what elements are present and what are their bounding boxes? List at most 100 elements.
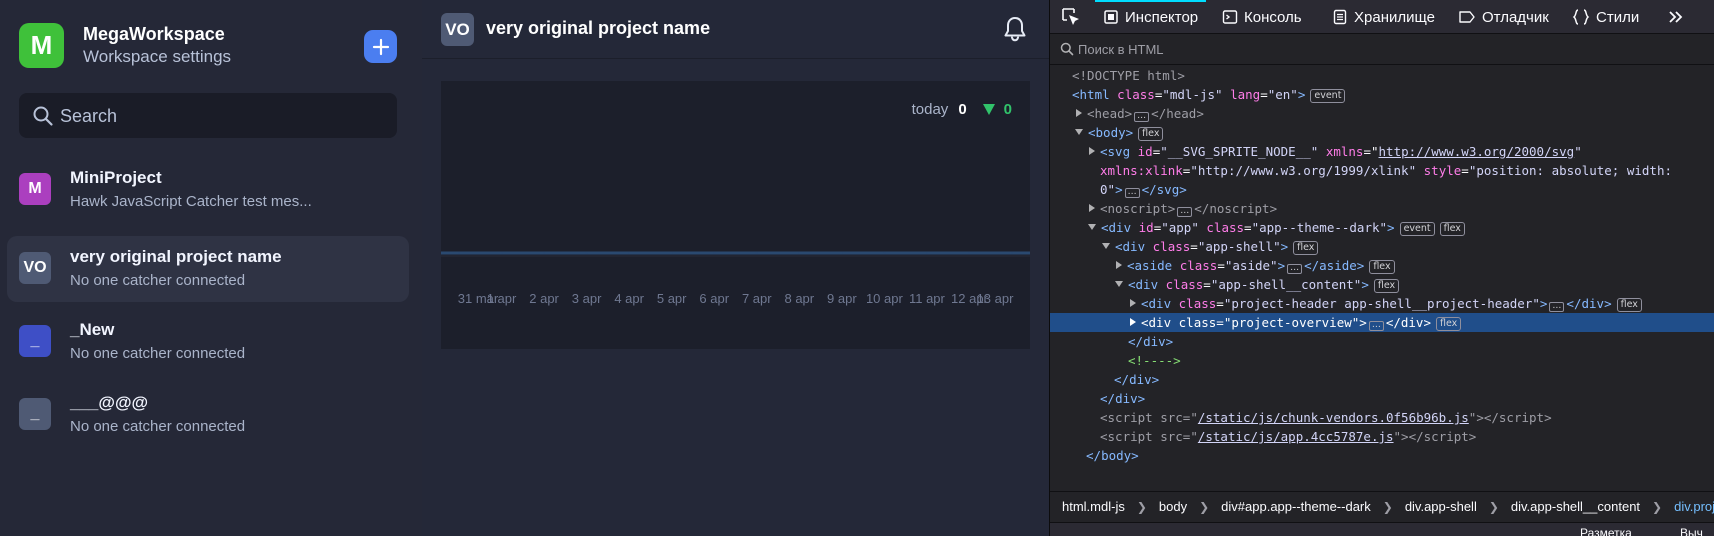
collapse-toggle[interactable]: [1102, 243, 1110, 249]
markup-close-div[interactable]: </div>: [1050, 370, 1714, 389]
flex-badge[interactable]: flex: [1138, 127, 1164, 141]
chart-x-tick-label: 11 apr: [909, 291, 946, 306]
markup-node-head[interactable]: <head>… </head>: [1050, 104, 1714, 123]
collapsed-ellipsis[interactable]: …: [1124, 188, 1140, 198]
collapse-toggle[interactable]: [1075, 129, 1083, 135]
flex-badge[interactable]: flex: [1373, 279, 1400, 293]
expand-toggle[interactable]: [1089, 147, 1095, 155]
project-item-miniproject[interactable]: M MiniProject Hawk JavaScript Catcher te…: [7, 157, 409, 223]
workspace-settings-link[interactable]: Workspace settings: [83, 47, 231, 67]
breadcrumb-item[interactable]: div.app-shell: [1393, 499, 1477, 514]
project-item-very-original-project-name[interactable]: VO very original project name No one cat…: [7, 236, 409, 302]
chart-point[interactable]: [585, 252, 588, 254]
collapsed-ellipsis[interactable]: …: [1287, 264, 1303, 274]
tab-inspector[interactable]: Инспектор: [1095, 0, 1207, 34]
chart-point[interactable]: [543, 252, 546, 254]
attr-name: class: [1165, 277, 1204, 292]
markup-node-html[interactable]: <html class="mdl-js" lang="en"> event: [1050, 85, 1714, 104]
markup-close-div[interactable]: </div>: [1050, 389, 1714, 408]
workspace-name[interactable]: MegaWorkspace: [83, 24, 225, 45]
tab-console[interactable]: Консоль: [1222, 0, 1302, 34]
chart-point[interactable]: [968, 252, 971, 254]
flex-badge[interactable]: flex: [1293, 241, 1319, 255]
event-badge[interactable]: event: [1399, 222, 1435, 236]
markup-node-aside[interactable]: <aside class="aside">… </aside> flex: [1050, 256, 1714, 275]
flex-badge[interactable]: flex: [1435, 317, 1462, 331]
markup-view: <!DOCTYPE html> <html class="mdl-js" lan…: [1050, 66, 1714, 488]
collapsed-ellipsis[interactable]: …: [1368, 321, 1384, 331]
chart-point[interactable]: [628, 252, 631, 254]
expand-toggle[interactable]: [1076, 109, 1082, 117]
markup-node-app[interactable]: <div id="app" class="app--theme--dark"> e…: [1050, 218, 1714, 237]
markup-node-svg[interactable]: <svg id="__SVG_SPRITE_NODE__" xmlns="htt…: [1050, 142, 1714, 161]
tab-layout[interactable]: Разметка: [1580, 523, 1632, 536]
breadcrumb-item-current[interactable]: div.project-o: [1662, 499, 1714, 514]
markup-node-script-vendors[interactable]: <script src="/static/js/chunk-vendors.0f…: [1050, 408, 1714, 427]
attr-link[interactable]: http://www.w3.org/2000/svg: [1379, 144, 1575, 159]
chart-point[interactable]: [883, 252, 886, 254]
html-search-input[interactable]: Поиск в HTML: [1050, 35, 1714, 65]
chart-point[interactable]: [840, 252, 843, 254]
markup-node-app-shell[interactable]: <div class="app-shell"> flex: [1050, 237, 1714, 256]
project-item-new[interactable]: _ _New No one catcher connected: [7, 309, 409, 375]
flex-badge[interactable]: flex: [1439, 222, 1465, 236]
tab-debugger[interactable]: Отладчик: [1458, 0, 1549, 34]
collapse-toggle[interactable]: [1088, 224, 1096, 230]
breadcrumb-item[interactable]: div#app.app--theme--dark: [1209, 499, 1371, 514]
markup-node-body[interactable]: <body> flex: [1050, 123, 1714, 142]
markup-node-doctype[interactable]: <!DOCTYPE html>: [1050, 66, 1714, 85]
markup-close-div[interactable]: </div>: [1050, 332, 1714, 351]
chart-x-tick-label: 6 apr: [699, 291, 729, 306]
markup-node-comment[interactable]: <!---->: [1050, 351, 1714, 370]
html-search-placeholder: Поиск в HTML: [1078, 42, 1164, 57]
markup-node-script-app[interactable]: <script src="/static/js/app.4cc5787e.js"…: [1050, 427, 1714, 446]
script-src-link[interactable]: /static/js/app.4cc5787e.js: [1198, 429, 1394, 444]
expand-toggle[interactable]: [1130, 299, 1136, 307]
script-src-link[interactable]: /static/js/chunk-vendors.0f56b96b.js: [1198, 410, 1469, 425]
search-input[interactable]: Search: [19, 93, 397, 138]
chart-point[interactable]: [500, 252, 503, 254]
storage-icon: [1333, 9, 1347, 25]
element-picker-button[interactable]: [1060, 0, 1088, 34]
more-tabs-button[interactable]: [1667, 0, 1691, 34]
chart-point[interactable]: [755, 252, 758, 254]
chart-point[interactable]: [458, 252, 460, 254]
tab-storage[interactable]: Хранилище: [1332, 0, 1435, 34]
chart-x-tick-label: 7 apr: [742, 291, 772, 306]
project-item-at[interactable]: _ ___@@@ No one catcher connected: [7, 382, 409, 448]
markup-node-svg-end[interactable]: 0">… </svg>: [1050, 180, 1714, 199]
attr-name: id: [1138, 220, 1154, 235]
breadcrumb-item[interactable]: html.mdl-js: [1050, 499, 1125, 514]
tab-styles[interactable]: Стили: [1572, 0, 1639, 34]
workspace-logo[interactable]: M: [19, 23, 64, 68]
breadcrumb: html.mdl-js ❯ body ❯ div#app.app--theme--d…: [1050, 491, 1714, 521]
tag-name: svg: [1156, 182, 1180, 197]
chart-point[interactable]: [1011, 252, 1013, 254]
markup-node-project-overview[interactable]: <div class="project-overview">… </div> fle…: [1050, 313, 1714, 332]
markup-close-body[interactable]: </body>: [1050, 446, 1714, 465]
add-project-button[interactable]: [364, 30, 397, 63]
breadcrumb-item[interactable]: body: [1147, 499, 1187, 514]
flex-badge[interactable]: flex: [1369, 260, 1395, 274]
collapsed-ellipsis[interactable]: …: [1134, 112, 1150, 122]
collapsed-ellipsis[interactable]: …: [1177, 207, 1193, 217]
collapsed-ellipsis[interactable]: …: [1549, 302, 1565, 312]
tag-name: svg: [1107, 144, 1131, 159]
markup-node-app-shell-content[interactable]: <div class="app-shell__content"> flex: [1050, 275, 1714, 294]
expand-toggle[interactable]: [1116, 261, 1122, 269]
tab-computed[interactable]: Выч: [1680, 523, 1703, 536]
breadcrumb-item[interactable]: div.app-shell__content: [1499, 499, 1640, 514]
chart-point[interactable]: [925, 252, 928, 254]
markup-node-project-header[interactable]: <div class="project-header app-shell__pr…: [1050, 294, 1714, 313]
event-badge[interactable]: event: [1310, 89, 1346, 103]
chart-point[interactable]: [713, 252, 716, 254]
collapse-toggle[interactable]: [1115, 281, 1123, 287]
bell-icon[interactable]: [1002, 15, 1028, 43]
chart-point[interactable]: [670, 252, 673, 254]
flex-badge[interactable]: flex: [1616, 298, 1642, 312]
markup-node-noscript[interactable]: <noscript>… </noscript>: [1050, 199, 1714, 218]
expand-toggle[interactable]: [1089, 204, 1095, 212]
expand-toggle[interactable]: [1130, 318, 1136, 326]
chart-point[interactable]: [798, 252, 801, 254]
markup-node-svg-cont[interactable]: xmlns:xlink="http://www.w3.org/1999/xlin…: [1050, 161, 1714, 180]
